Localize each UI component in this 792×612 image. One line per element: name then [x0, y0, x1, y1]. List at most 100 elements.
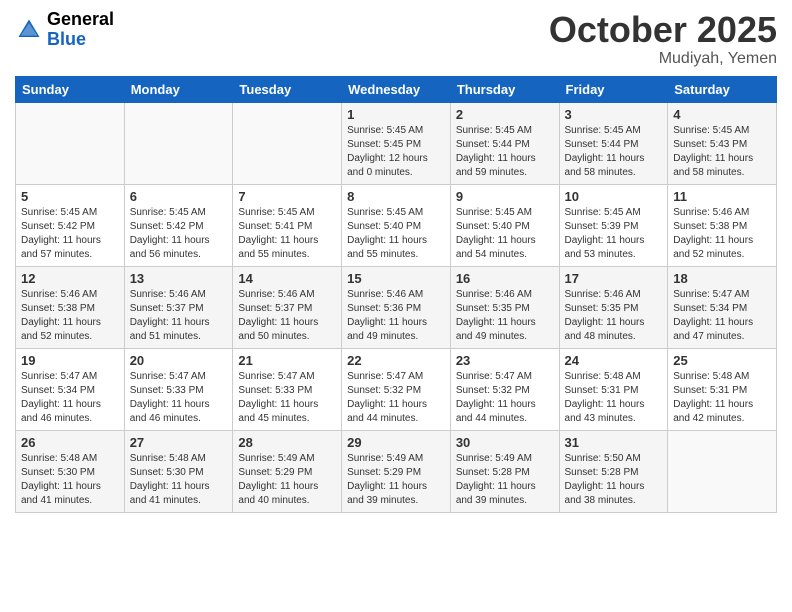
day-info: Sunrise: 5:47 AMSunset: 5:32 PMDaylight:… — [456, 370, 554, 426]
day-number: 2 — [456, 107, 554, 122]
day-info: Sunrise: 5:48 AMSunset: 5:30 PMDaylight:… — [21, 452, 119, 508]
logo-icon — [15, 16, 43, 44]
calendar-cell: 7 Sunrise: 5:45 AMSunset: 5:41 PMDaylight… — [233, 184, 342, 266]
col-tuesday: Tuesday — [233, 76, 342, 102]
col-monday: Monday — [124, 76, 233, 102]
day-info: Sunrise: 5:48 AMSunset: 5:31 PMDaylight:… — [673, 370, 771, 426]
header: General Blue October 2025 Mudiyah, Yemen — [15, 10, 777, 68]
calendar-cell: 21Sunrise: 5:47 AMSunset: 5:33 PMDayligh… — [233, 348, 342, 430]
day-number: 15 — [347, 271, 445, 286]
day-info: Sunrise: 5:46 AMSunset: 5:36 PMDaylight:… — [347, 288, 445, 344]
calendar-cell — [668, 430, 777, 512]
calendar-cell: 22Sunrise: 5:47 AMSunset: 5:32 PMDayligh… — [342, 348, 451, 430]
calendar-cell: 10 Sunrise: 5:45 AMSunset: 5:39 PMDayligh… — [559, 184, 668, 266]
calendar-cell: 1 Sunrise: 5:45 AMSunset: 5:45 PMDaylight… — [342, 102, 451, 184]
day-info: Sunrise: 5:46 AMSunset: 5:37 PMDaylight:… — [130, 288, 228, 344]
day-number: 1 — [347, 107, 445, 122]
day-info: Sunrise: 5:47 AMSunset: 5:33 PMDaylight:… — [238, 370, 336, 426]
calendar-cell: 24Sunrise: 5:48 AMSunset: 5:31 PMDayligh… — [559, 348, 668, 430]
day-info: Sunrise: 5:48 AMSunset: 5:31 PMDaylight:… — [565, 370, 663, 426]
day-number: 16 — [456, 271, 554, 286]
calendar-week-3: 12 Sunrise: 5:46 AMSunset: 5:38 PMDayligh… — [16, 266, 777, 348]
day-info: Sunrise: 5:47 AMSunset: 5:34 PMDaylight:… — [673, 288, 771, 344]
calendar-cell: 30Sunrise: 5:49 AMSunset: 5:28 PMDayligh… — [450, 430, 559, 512]
calendar-cell: 16 Sunrise: 5:46 AMSunset: 5:35 PMDayligh… — [450, 266, 559, 348]
calendar-cell: 6Sunrise: 5:45 AMSunset: 5:42 PMDaylight… — [124, 184, 233, 266]
day-info: Sunrise: 5:45 AMSunset: 5:40 PMDaylight:… — [347, 206, 445, 262]
day-number: 5 — [21, 189, 119, 204]
day-info: Sunrise: 5:46 AMSunset: 5:35 PMDaylight:… — [565, 288, 663, 344]
calendar-table: Sunday Monday Tuesday Wednesday Thursday… — [15, 76, 777, 513]
calendar-week-1: 1 Sunrise: 5:45 AMSunset: 5:45 PMDaylight… — [16, 102, 777, 184]
day-number: 31 — [565, 435, 663, 450]
calendar-cell: 18 Sunrise: 5:47 AMSunset: 5:34 PMDayligh… — [668, 266, 777, 348]
day-number: 7 — [238, 189, 336, 204]
day-info: Sunrise: 5:45 AMSunset: 5:41 PMDaylight:… — [238, 206, 336, 262]
col-thursday: Thursday — [450, 76, 559, 102]
day-info: Sunrise: 5:48 AMSunset: 5:30 PMDaylight:… — [130, 452, 228, 508]
day-info: Sunrise: 5:47 AMSunset: 5:34 PMDaylight:… — [21, 370, 119, 426]
day-number: 3 — [565, 107, 663, 122]
day-number: 19 — [21, 353, 119, 368]
calendar-cell: 15 Sunrise: 5:46 AMSunset: 5:36 PMDayligh… — [342, 266, 451, 348]
calendar-cell — [233, 102, 342, 184]
title-block: October 2025 Mudiyah, Yemen — [549, 10, 777, 68]
month-title: October 2025 — [549, 10, 777, 50]
calendar-cell: 14 Sunrise: 5:46 AMSunset: 5:37 PMDayligh… — [233, 266, 342, 348]
day-info: Sunrise: 5:45 AMSunset: 5:39 PMDaylight:… — [565, 206, 663, 262]
day-number: 18 — [673, 271, 771, 286]
logo-general: General — [47, 9, 114, 29]
calendar-week-5: 26 Sunrise: 5:48 AMSunset: 5:30 PMDayligh… — [16, 430, 777, 512]
day-info: Sunrise: 5:49 AMSunset: 5:29 PMDaylight:… — [238, 452, 336, 508]
header-row: Sunday Monday Tuesday Wednesday Thursday… — [16, 76, 777, 102]
calendar-cell: 20 Sunrise: 5:47 AMSunset: 5:33 PMDayligh… — [124, 348, 233, 430]
logo-text: General Blue — [47, 10, 114, 50]
col-friday: Friday — [559, 76, 668, 102]
day-info: Sunrise: 5:49 AMSunset: 5:28 PMDaylight:… — [456, 452, 554, 508]
col-sunday: Sunday — [16, 76, 125, 102]
calendar-cell: 25Sunrise: 5:48 AMSunset: 5:31 PMDayligh… — [668, 348, 777, 430]
day-number: 9 — [456, 189, 554, 204]
calendar-cell: 2Sunrise: 5:45 AMSunset: 5:44 PMDaylight… — [450, 102, 559, 184]
day-info: Sunrise: 5:45 AMSunset: 5:42 PMDaylight:… — [21, 206, 119, 262]
logo-blue: Blue — [47, 29, 86, 49]
day-info: Sunrise: 5:46 AMSunset: 5:38 PMDaylight:… — [673, 206, 771, 262]
location-subtitle: Mudiyah, Yemen — [549, 50, 777, 68]
day-info: Sunrise: 5:46 AMSunset: 5:35 PMDaylight:… — [456, 288, 554, 344]
day-info: Sunrise: 5:45 AMSunset: 5:43 PMDaylight:… — [673, 124, 771, 180]
day-info: Sunrise: 5:46 AMSunset: 5:37 PMDaylight:… — [238, 288, 336, 344]
page: General Blue October 2025 Mudiyah, Yemen… — [0, 0, 792, 612]
day-number: 27 — [130, 435, 228, 450]
day-info: Sunrise: 5:47 AMSunset: 5:32 PMDaylight:… — [347, 370, 445, 426]
day-number: 4 — [673, 107, 771, 122]
day-info: Sunrise: 5:50 AMSunset: 5:28 PMDaylight:… — [565, 452, 663, 508]
calendar-cell: 9Sunrise: 5:45 AMSunset: 5:40 PMDaylight… — [450, 184, 559, 266]
col-wednesday: Wednesday — [342, 76, 451, 102]
calendar-cell: 5 Sunrise: 5:45 AMSunset: 5:42 PMDaylight… — [16, 184, 125, 266]
calendar-cell: 31 Sunrise: 5:50 AMSunset: 5:28 PMDayligh… — [559, 430, 668, 512]
calendar-cell: 3 Sunrise: 5:45 AMSunset: 5:44 PMDaylight… — [559, 102, 668, 184]
day-number: 20 — [130, 353, 228, 368]
day-number: 23 — [456, 353, 554, 368]
day-info: Sunrise: 5:46 AMSunset: 5:38 PMDaylight:… — [21, 288, 119, 344]
calendar-cell: 23 Sunrise: 5:47 AMSunset: 5:32 PMDayligh… — [450, 348, 559, 430]
day-info: Sunrise: 5:47 AMSunset: 5:33 PMDaylight:… — [130, 370, 228, 426]
calendar-cell — [16, 102, 125, 184]
calendar-cell: 28Sunrise: 5:49 AMSunset: 5:29 PMDayligh… — [233, 430, 342, 512]
col-saturday: Saturday — [668, 76, 777, 102]
logo: General Blue — [15, 10, 114, 50]
day-info: Sunrise: 5:45 AMSunset: 5:44 PMDaylight:… — [565, 124, 663, 180]
day-number: 8 — [347, 189, 445, 204]
calendar-week-4: 19 Sunrise: 5:47 AMSunset: 5:34 PMDayligh… — [16, 348, 777, 430]
day-number: 6 — [130, 189, 228, 204]
day-number: 26 — [21, 435, 119, 450]
calendar-cell: 29Sunrise: 5:49 AMSunset: 5:29 PMDayligh… — [342, 430, 451, 512]
day-number: 12 — [21, 271, 119, 286]
day-number: 10 — [565, 189, 663, 204]
calendar-cell — [124, 102, 233, 184]
day-info: Sunrise: 5:45 AMSunset: 5:45 PMDaylight:… — [347, 124, 445, 180]
calendar-cell: 12 Sunrise: 5:46 AMSunset: 5:38 PMDayligh… — [16, 266, 125, 348]
calendar-cell: 11Sunrise: 5:46 AMSunset: 5:38 PMDayligh… — [668, 184, 777, 266]
calendar-cell: 17Sunrise: 5:46 AMSunset: 5:35 PMDayligh… — [559, 266, 668, 348]
day-number: 14 — [238, 271, 336, 286]
